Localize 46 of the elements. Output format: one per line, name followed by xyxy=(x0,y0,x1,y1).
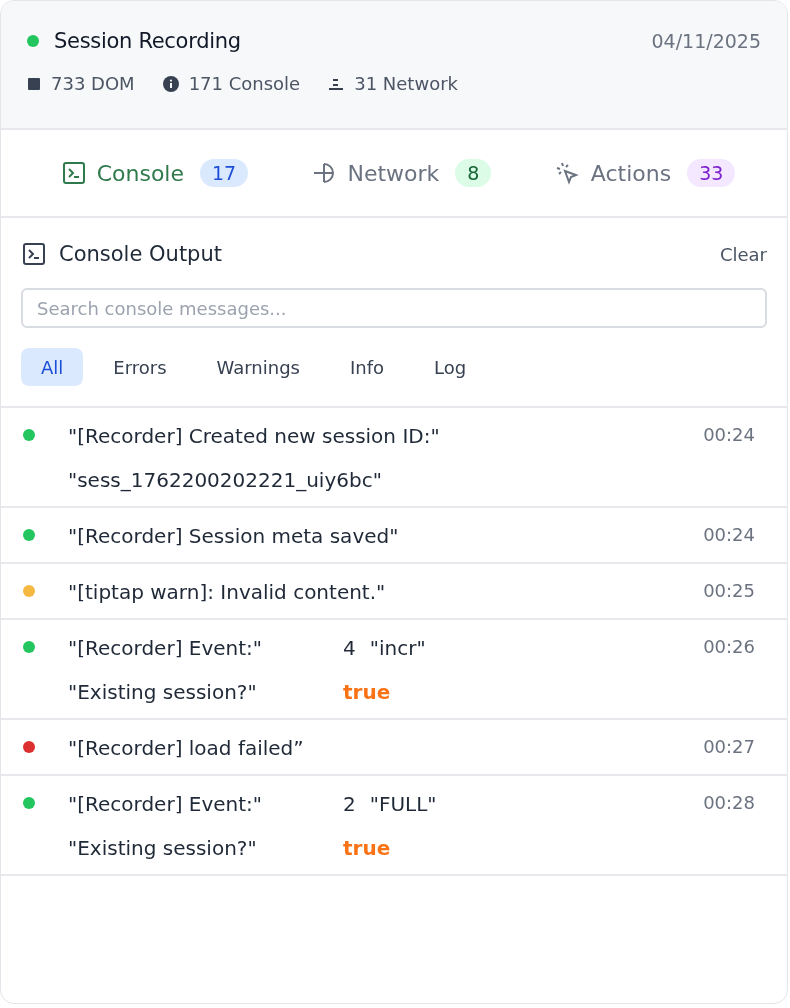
log-time: 00:25 xyxy=(703,580,755,603)
clear-button[interactable]: Clear xyxy=(719,243,767,265)
tab[interactable]: Console 17 xyxy=(58,155,253,191)
log-message: "[Recorder] load failed” xyxy=(68,736,305,760)
stat-text: 733 DOM xyxy=(51,73,135,94)
count-badge: 8 xyxy=(455,159,492,187)
cursor-click-icon xyxy=(554,161,579,185)
log-message: "Existing session?" xyxy=(68,680,258,704)
stat-text: 31 Network xyxy=(354,73,458,94)
tab[interactable]: Network 8 xyxy=(307,155,496,191)
log-argument: 4 xyxy=(343,636,356,660)
tab[interactable]: Actions 33 xyxy=(550,155,740,191)
filter-tab[interactable]: Warnings xyxy=(196,348,320,386)
log-argument: "incr" xyxy=(369,636,426,660)
log-message: "[Recorder] Session meta saved" xyxy=(68,524,399,548)
log-message: "Existing session?" xyxy=(68,836,258,860)
filter-tab[interactable]: Log xyxy=(414,348,487,386)
info-icon xyxy=(162,75,179,92)
log-time: 00:24 xyxy=(703,424,755,447)
log-message: "[Recorder] Event:" xyxy=(68,792,264,816)
session-title: Session Recording xyxy=(54,29,241,53)
panel-title: Console Output xyxy=(59,242,222,266)
log-time: 00:27 xyxy=(703,736,755,759)
log-time: 00:28 xyxy=(703,792,755,815)
search-field[interactable]: Search console messages... xyxy=(21,288,767,328)
log-message: "[Recorder] Created new session ID:" xyxy=(68,424,440,448)
square-icon xyxy=(27,76,41,91)
terminal-icon xyxy=(23,243,45,265)
log-message: "[Recorder] Event:" xyxy=(68,636,264,660)
terminal-icon xyxy=(62,162,85,184)
log-argument: true xyxy=(343,680,391,704)
log-argument: "FULL" xyxy=(369,792,437,816)
log-argument: true xyxy=(343,836,391,860)
filter-tab[interactable]: Info xyxy=(330,348,405,386)
log-message: "[tiptap warn]: Invalid content." xyxy=(68,580,386,604)
stat-text: 171 Console xyxy=(188,73,301,94)
log-time: 00:24 xyxy=(703,524,755,547)
log-time: 00:26 xyxy=(703,636,755,659)
filter-tab[interactable]: Errors xyxy=(93,348,187,386)
count-badge: 17 xyxy=(200,159,249,187)
log-argument: 2 xyxy=(343,792,356,816)
stacked-lines-icon xyxy=(328,76,345,91)
log-message: "sess_1762200202221_uiy6bc" xyxy=(68,468,382,492)
session-date: 04/11/2025 xyxy=(651,30,761,52)
count-badge: 33 xyxy=(687,159,736,187)
filter-tab[interactable]: All xyxy=(21,348,84,386)
